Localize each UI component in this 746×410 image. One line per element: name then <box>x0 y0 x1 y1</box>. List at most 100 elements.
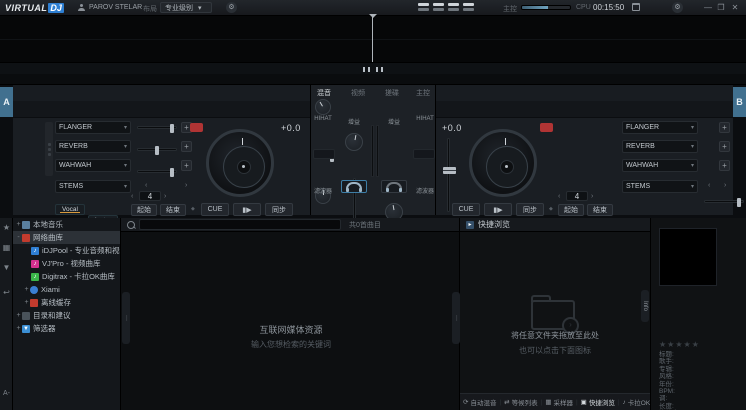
mixer-tab-scratch[interactable]: 搓碟 <box>385 88 399 98</box>
layout-dropdown[interactable]: 专业级别 ▾ <box>160 2 212 13</box>
mixer-tab-mixer[interactable]: 混音 <box>317 88 331 98</box>
drop-hint-line2: 也可以点击下面图标 <box>460 345 650 356</box>
deck-a-fx-grip[interactable] <box>45 122 53 176</box>
panel-split-handle[interactable]: ··· <box>452 292 460 344</box>
tab-sampler[interactable]: ▦采样器 <box>542 397 576 407</box>
waveform-display[interactable] <box>0 16 746 62</box>
sidebar-item-label: 离线缓存 <box>41 297 71 308</box>
expander[interactable]: + <box>23 286 30 293</box>
deck-a-effect-1-slider[interactable] <box>137 126 177 129</box>
sidebar-item-online-library[interactable]: - 网络曲库 <box>13 231 120 244</box>
loop-diamond-icon[interactable]: ◆ <box>191 206 195 212</box>
tab-karaoke[interactable]: ♪卡拉OK <box>620 397 654 407</box>
stems-prev-icon[interactable]: ‹ <box>145 182 147 189</box>
deck-b-effect-2-add[interactable]: + <box>719 141 730 152</box>
karaoke-icon: ♪ <box>623 399 626 406</box>
info-panel-handle[interactable]: Info <box>641 290 649 322</box>
tab-sidelist[interactable]: ⇄等候列表 <box>501 397 540 407</box>
deck-a-loop-in-button[interactable]: 起始 <box>131 204 157 216</box>
deck-a-effect-3-slider[interactable] <box>137 170 177 173</box>
deck-a-stems-dropdown[interactable]: STEMS▾ <box>55 180 131 193</box>
deck-b-cue-button[interactable]: CUE <box>452 203 480 216</box>
deck-b-loop-size[interactable]: 4 <box>566 191 588 201</box>
quick-settings-button[interactable]: ⚙ <box>226 2 237 13</box>
loop-double-icon[interactable]: › <box>591 193 593 200</box>
deck-b-key-badge[interactable] <box>540 123 553 132</box>
maximize-button[interactable]: ❐ <box>716 3 726 12</box>
deck-b-effect-1-add[interactable]: + <box>719 122 730 133</box>
deck-b-pitch-slider[interactable] <box>447 138 450 212</box>
deck-a-loop-size[interactable]: 4 <box>139 191 161 201</box>
deck-b-jog-wheel[interactable] <box>469 129 537 197</box>
deck-a-loop-out-button[interactable]: 结束 <box>160 204 186 216</box>
deck-a-effect-2-dropdown[interactable]: REVERB▾ <box>55 140 131 153</box>
deck-b-sync-button[interactable]: 同步 <box>516 203 544 216</box>
loop-half-icon[interactable]: ‹ <box>558 193 560 200</box>
deck-a-key-badge[interactable] <box>190 123 203 132</box>
loop-half-icon[interactable]: ‹ <box>131 193 133 200</box>
rating-stars[interactable]: ★★★★★ <box>659 340 700 349</box>
deck-a-cue-button[interactable]: CUE <box>201 203 229 216</box>
minimize-button[interactable]: — <box>703 3 713 12</box>
deck-a-stem-vocal[interactable]: Vocal <box>55 204 85 215</box>
stems-prev-icon[interactable]: ‹ <box>708 182 710 189</box>
deck-a-tab[interactable]: A <box>0 87 13 117</box>
deck-b-tab[interactable]: B <box>733 87 746 117</box>
stems-next-icon[interactable]: › <box>185 182 187 189</box>
deck-b-loop-in-button[interactable]: 起始 <box>558 204 584 216</box>
loop-diamond-icon[interactable]: ◆ <box>549 206 553 212</box>
deck-b-effect-1-dropdown[interactable]: FLANGER▾ <box>622 121 698 134</box>
settings-button[interactable]: ⚙ <box>672 2 683 13</box>
mixer-tab-master[interactable]: 主控 <box>416 88 430 98</box>
deck-b-play-button[interactable]: ▮▶ <box>484 203 512 216</box>
sidebar-item-local-music[interactable]: + 本地音乐 <box>13 218 120 231</box>
tab-automix[interactable]: ⟳自动混音 <box>460 397 499 407</box>
deck-b-effect-1-slider[interactable] <box>704 200 744 203</box>
sidebar-item-idjpool[interactable]: ♪ iDJPool - 专业音频和视频 <box>13 244 120 257</box>
close-button[interactable]: ✕ <box>730 3 740 12</box>
calendar-icon[interactable] <box>632 3 640 11</box>
font-size-control[interactable]: A- <box>0 390 13 397</box>
deck-b-stems-dropdown[interactable]: STEMS▾ <box>622 180 698 193</box>
deck-a-jog-wheel[interactable] <box>206 129 274 197</box>
deck-a-effect-2-slider[interactable] <box>137 148 177 151</box>
expander[interactable]: + <box>15 325 22 332</box>
deck-a-effect-3-dropdown[interactable]: WAHWAH▾ <box>55 159 131 172</box>
sidebar-item-vjpro[interactable]: ♪ VJ'Pro - 视频曲库 <box>13 257 120 270</box>
mixer-tab-video[interactable]: 视频 <box>351 88 365 98</box>
master-volume-slider[interactable] <box>521 5 571 10</box>
expander[interactable]: - <box>15 234 22 241</box>
sidebar-item-catalogs[interactable]: + 目录和建议 <box>13 309 120 322</box>
deck-b-effect-3-dropdown[interactable]: WAHWAH▾ <box>622 159 698 172</box>
history-back-icon[interactable]: ↩ <box>0 288 13 297</box>
deck-a-effect-3-add[interactable]: + <box>181 160 192 171</box>
sidebar-item-digitrax[interactable]: ♪ Digitrax - 卡拉OK曲库 <box>13 270 120 283</box>
deck-a-play-button[interactable]: ▮▶ <box>233 203 261 216</box>
sidebar-item-offline-cache[interactable]: + 离线缓存 <box>13 296 120 309</box>
search-input[interactable] <box>139 219 341 230</box>
expander[interactable]: + <box>23 299 30 306</box>
deck-b-effect-2-dropdown[interactable]: REVERB▾ <box>622 140 698 153</box>
deck-a-effect-1-dropdown[interactable]: FLANGER▾ <box>55 121 131 134</box>
mixer-a-hihat-knob[interactable] <box>315 99 331 115</box>
effect-name: FLANGER <box>59 124 92 131</box>
sidebar-item-xiami[interactable]: + Xiami <box>13 283 120 296</box>
channel-2-pfl-button[interactable] <box>381 180 407 193</box>
albums-icon[interactable]: ▦ <box>0 243 13 252</box>
deck-a-sync-button[interactable]: 同步 <box>265 203 293 216</box>
stems-next-icon[interactable]: › <box>724 182 726 189</box>
deck-b-loop-out-button[interactable]: 结束 <box>587 204 613 216</box>
user-account-button[interactable]: PAROV STELAR <box>78 4 142 11</box>
filter-funnel-icon[interactable]: ▼ <box>0 263 13 272</box>
deck-b-effect-3-add[interactable]: + <box>719 160 730 171</box>
sidebar-item-filters[interactable]: + ▼ 筛选器 <box>13 322 120 335</box>
sidebar-collapse-handle[interactable]: ··· <box>122 292 130 344</box>
channel-1-gain-knob[interactable] <box>345 133 363 151</box>
channel-1-pfl-button[interactable] <box>341 180 367 193</box>
loop-double-icon[interactable]: › <box>164 193 166 200</box>
deck-a-effect-2-add[interactable]: + <box>181 141 192 152</box>
favorites-star-icon[interactable]: ★ <box>0 223 13 232</box>
expander[interactable]: + <box>15 221 22 228</box>
expander[interactable]: + <box>15 312 22 319</box>
tab-shortcuts[interactable]: ▣快捷浏览 <box>578 397 618 407</box>
